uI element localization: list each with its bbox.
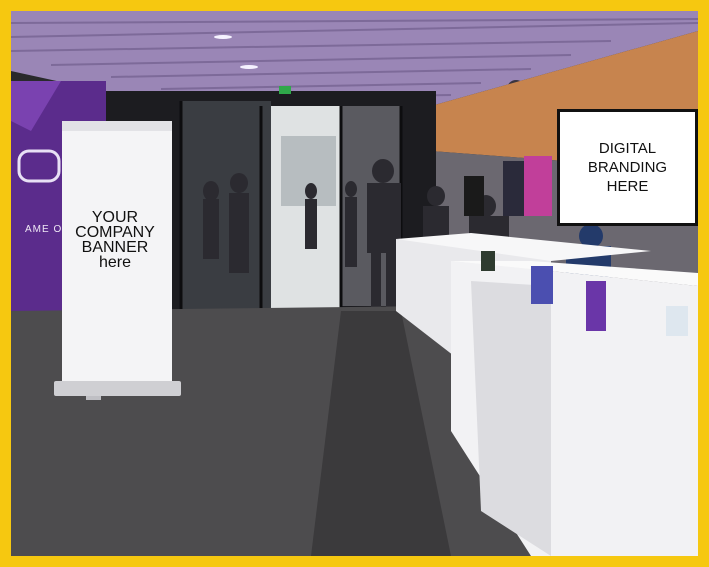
venue-sign-text: AME O xyxy=(25,224,63,235)
banner-line: BANNER xyxy=(81,239,149,256)
banner-line: here xyxy=(98,254,132,271)
digital-branding-box: DIGITAL BRANDING HERE xyxy=(557,109,698,226)
venue-photo: AME O xyxy=(11,11,698,556)
wall-screen xyxy=(524,156,552,216)
venue-scene xyxy=(11,11,698,556)
banner-placeholder-text: YOUR COMPANY BANNER here xyxy=(70,209,160,271)
banner-base xyxy=(54,381,181,396)
digital-line: DIGITAL xyxy=(598,140,657,157)
table-tent xyxy=(531,266,553,304)
digital-line: BRANDING xyxy=(587,159,668,176)
exit-sign xyxy=(279,86,291,94)
digital-line: HERE xyxy=(606,178,649,195)
banner-line: YOUR xyxy=(91,209,139,226)
banner-line: COMPANY xyxy=(75,224,155,241)
